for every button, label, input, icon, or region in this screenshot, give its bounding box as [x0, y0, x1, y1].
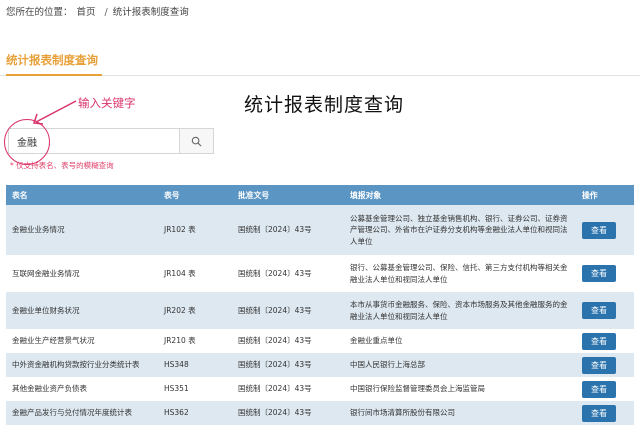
- cell-code: JR102 表: [158, 205, 232, 255]
- cell-name: 金融业业务情况: [6, 205, 158, 255]
- cell-code: JR104 表: [158, 255, 232, 292]
- search-button[interactable]: [179, 129, 213, 153]
- column-header-code: 表号: [158, 185, 232, 205]
- cell-name: 其他金融业资产负债表: [6, 377, 158, 401]
- tab-active-underline: [6, 74, 102, 76]
- cell-approval: 国统制〔2024〕43号: [232, 401, 344, 425]
- breadcrumb-home-link[interactable]: 首页: [77, 7, 96, 18]
- table-row: 其他金融业资产负债表 HS351 国统制〔2024〕43号 中国银行保险监督管理…: [6, 377, 634, 401]
- table-row: 金融业业务情况 JR102 表 国统制〔2024〕43号 公募基金管理公司、独立…: [6, 205, 634, 255]
- cell-action: 查看: [576, 205, 634, 255]
- cell-code: JR210 表: [158, 329, 232, 353]
- tab-statistics-query[interactable]: 统计报表制度查询: [6, 52, 98, 68]
- cell-approval: 国统制〔2024〕43号: [232, 377, 344, 401]
- table-row: 中外资金融机构贷款按行业分类统计表 HS348 国统制〔2024〕43号 中国人…: [6, 353, 634, 377]
- annotation-circle: [4, 119, 50, 165]
- cell-code: HS348: [158, 353, 232, 377]
- cell-target: 中国人民银行上海总部: [344, 353, 576, 377]
- table-row: 互联网金融业务情况 JR104 表 国统制〔2024〕43号 银行、公募基金管理…: [6, 255, 634, 292]
- table-row: 金融业生产经营景气状况 JR210 表 国统制〔2024〕43号 金融业重点单位…: [6, 329, 634, 353]
- annotation-label: 输入关键字: [78, 96, 136, 110]
- cell-target: 银行间市场清算所股份有限公司: [344, 401, 576, 425]
- cell-target: 公募基金管理公司、独立基金销售机构、银行、证券公司、证券资产管理公司、外省市在沪…: [344, 205, 576, 255]
- view-button[interactable]: 查看: [582, 302, 616, 319]
- table-header-row: 表名 表号 批准文号 填报对象 操作: [6, 185, 634, 205]
- view-button[interactable]: 查看: [582, 404, 616, 422]
- view-button[interactable]: 查看: [582, 380, 616, 398]
- cell-name: 互联网金融业务情况: [6, 255, 158, 292]
- page-title: 统计报表制度查询: [244, 94, 405, 116]
- cell-approval: 国统制〔2024〕43号: [232, 255, 344, 292]
- cell-action: 查看: [576, 377, 634, 401]
- cell-target: 金融业重点单位: [344, 329, 576, 353]
- breadcrumb-prefix: 您所在的位置：: [6, 7, 73, 18]
- cell-approval: 国统制〔2024〕43号: [232, 353, 344, 377]
- cell-approval: 国统制〔2024〕43号: [232, 205, 344, 255]
- cell-name: 金融业生产经营景气状况: [6, 329, 158, 353]
- column-header-approval: 批准文号: [232, 185, 344, 205]
- breadcrumb-separator: /: [104, 7, 108, 18]
- cell-action: 查看: [576, 353, 634, 377]
- cell-action: 查看: [576, 292, 634, 329]
- table-row: 金融产品发行与兑付情况年度统计表 HS362 国统制〔2024〕43号 银行间市…: [6, 401, 634, 425]
- column-header-name: 表名: [6, 185, 158, 205]
- view-button[interactable]: 查看: [582, 332, 616, 350]
- cell-target: 中国银行保险监督管理委员会上海监管局: [344, 377, 576, 401]
- cell-code: JR202 表: [158, 292, 232, 329]
- cell-code: HS351: [158, 377, 232, 401]
- view-button[interactable]: 查看: [582, 221, 616, 239]
- column-header-target: 填报对象: [344, 185, 576, 205]
- report-table: 表名 表号 批准文号 填报对象 操作 金融业业务情况 JR102 表 国统制〔2…: [6, 185, 634, 425]
- tab-bar: 统计报表制度查询: [0, 44, 640, 76]
- breadcrumb: 您所在的位置： 首页 / 统计报表制度查询: [6, 4, 193, 18]
- breadcrumb-current: 统计报表制度查询: [112, 7, 189, 18]
- search-hint: * 仅支持表名、表号的模糊查询: [10, 161, 114, 170]
- cell-code: HS362: [158, 401, 232, 425]
- cell-action: 查看: [576, 255, 634, 292]
- column-header-action: 操作: [576, 185, 634, 205]
- cell-action: 查看: [576, 329, 634, 353]
- cell-name: 金融业单位财务状况: [6, 292, 158, 329]
- view-button[interactable]: 查看: [582, 265, 616, 282]
- cell-target: 本市从事货币金融服务、保险、资本市场服务及其他金融服务的金融业法人单位和视同法人…: [344, 292, 576, 329]
- cell-approval: 国统制〔2024〕43号: [232, 329, 344, 353]
- cell-name: 金融产品发行与兑付情况年度统计表: [6, 401, 158, 425]
- cell-target: 银行、公募基金管理公司、保险、信托、第三方支付机构等相关金融业法人单位和视同法人…: [344, 255, 576, 292]
- search-icon: [191, 136, 202, 146]
- cell-action: 查看: [576, 401, 634, 425]
- view-button[interactable]: 查看: [582, 356, 616, 374]
- table-row: 金融业单位财务状况 JR202 表 国统制〔2024〕43号 本市从事货币金融服…: [6, 292, 634, 329]
- cell-name: 中外资金融机构贷款按行业分类统计表: [6, 353, 158, 377]
- cell-approval: 国统制〔2024〕43号: [232, 292, 344, 329]
